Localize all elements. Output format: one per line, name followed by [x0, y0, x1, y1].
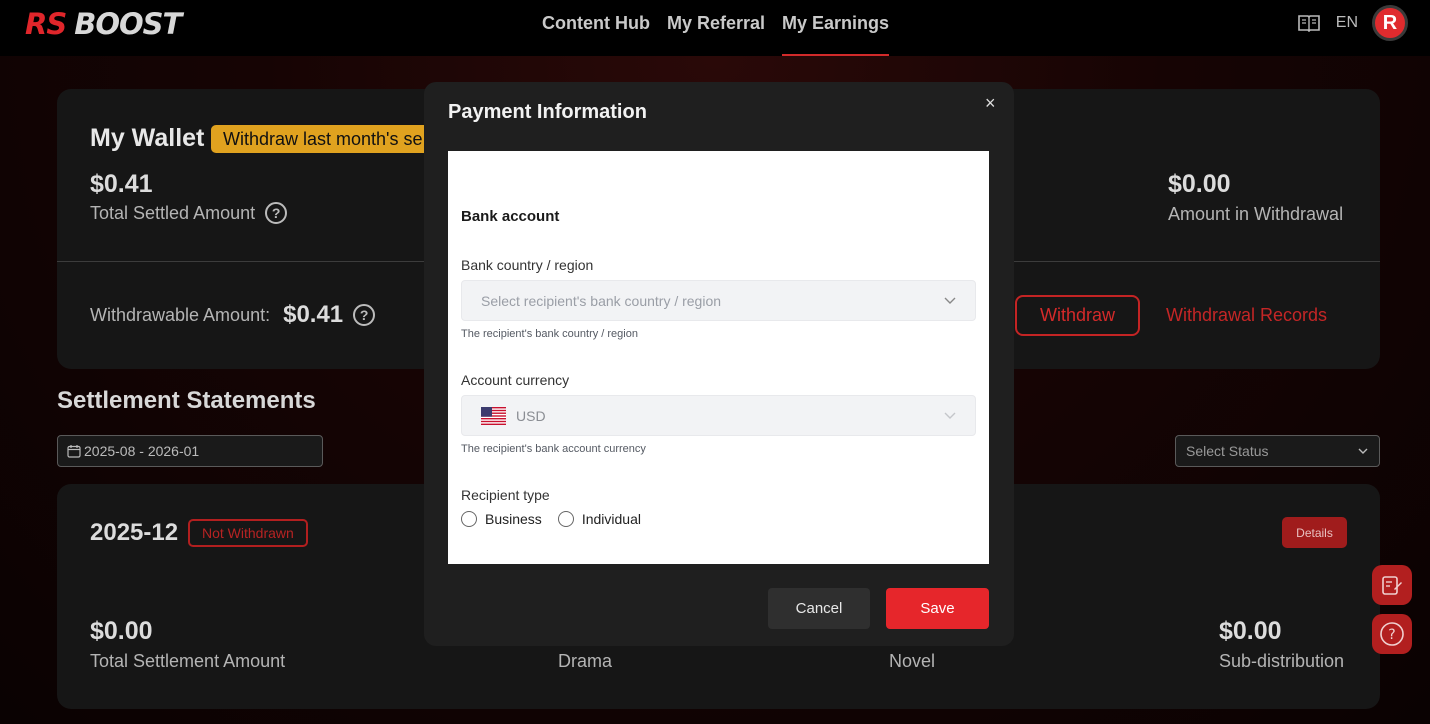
radio-business-label[interactable]: Business	[485, 511, 542, 527]
recipient-type-options: Business Individual	[461, 511, 657, 527]
modal-title: Payment Information	[448, 101, 647, 123]
currency-value: USD	[516, 407, 546, 424]
payment-form: Bank account Bank country / region Selec…	[448, 151, 989, 564]
chevron-down-icon	[944, 412, 956, 419]
bank-country-select[interactable]: Select recipient's bank country / region	[461, 280, 976, 321]
chevron-down-icon	[944, 297, 956, 304]
radio-business[interactable]	[461, 511, 477, 527]
bank-country-placeholder: Select recipient's bank country / region	[481, 292, 722, 309]
save-button[interactable]: Save	[886, 588, 989, 629]
bank-account-heading: Bank account	[461, 208, 560, 225]
radio-individual-label[interactable]: Individual	[582, 511, 641, 527]
close-icon[interactable]: ×	[985, 93, 996, 114]
account-currency-label: Account currency	[461, 372, 570, 388]
account-currency-help: The recipient's bank account currency	[461, 443, 646, 455]
cancel-button[interactable]: Cancel	[768, 588, 870, 629]
payment-information-modal: Payment Information × Bank account Bank …	[424, 82, 1014, 646]
recipient-type-label: Recipient type	[461, 487, 550, 503]
bank-country-help: The recipient's bank country / region	[461, 328, 638, 340]
bank-country-label: Bank country / region	[461, 257, 594, 273]
us-flag-icon	[481, 406, 506, 425]
account-currency-select[interactable]: USD	[461, 395, 976, 436]
radio-individual[interactable]	[557, 511, 574, 527]
